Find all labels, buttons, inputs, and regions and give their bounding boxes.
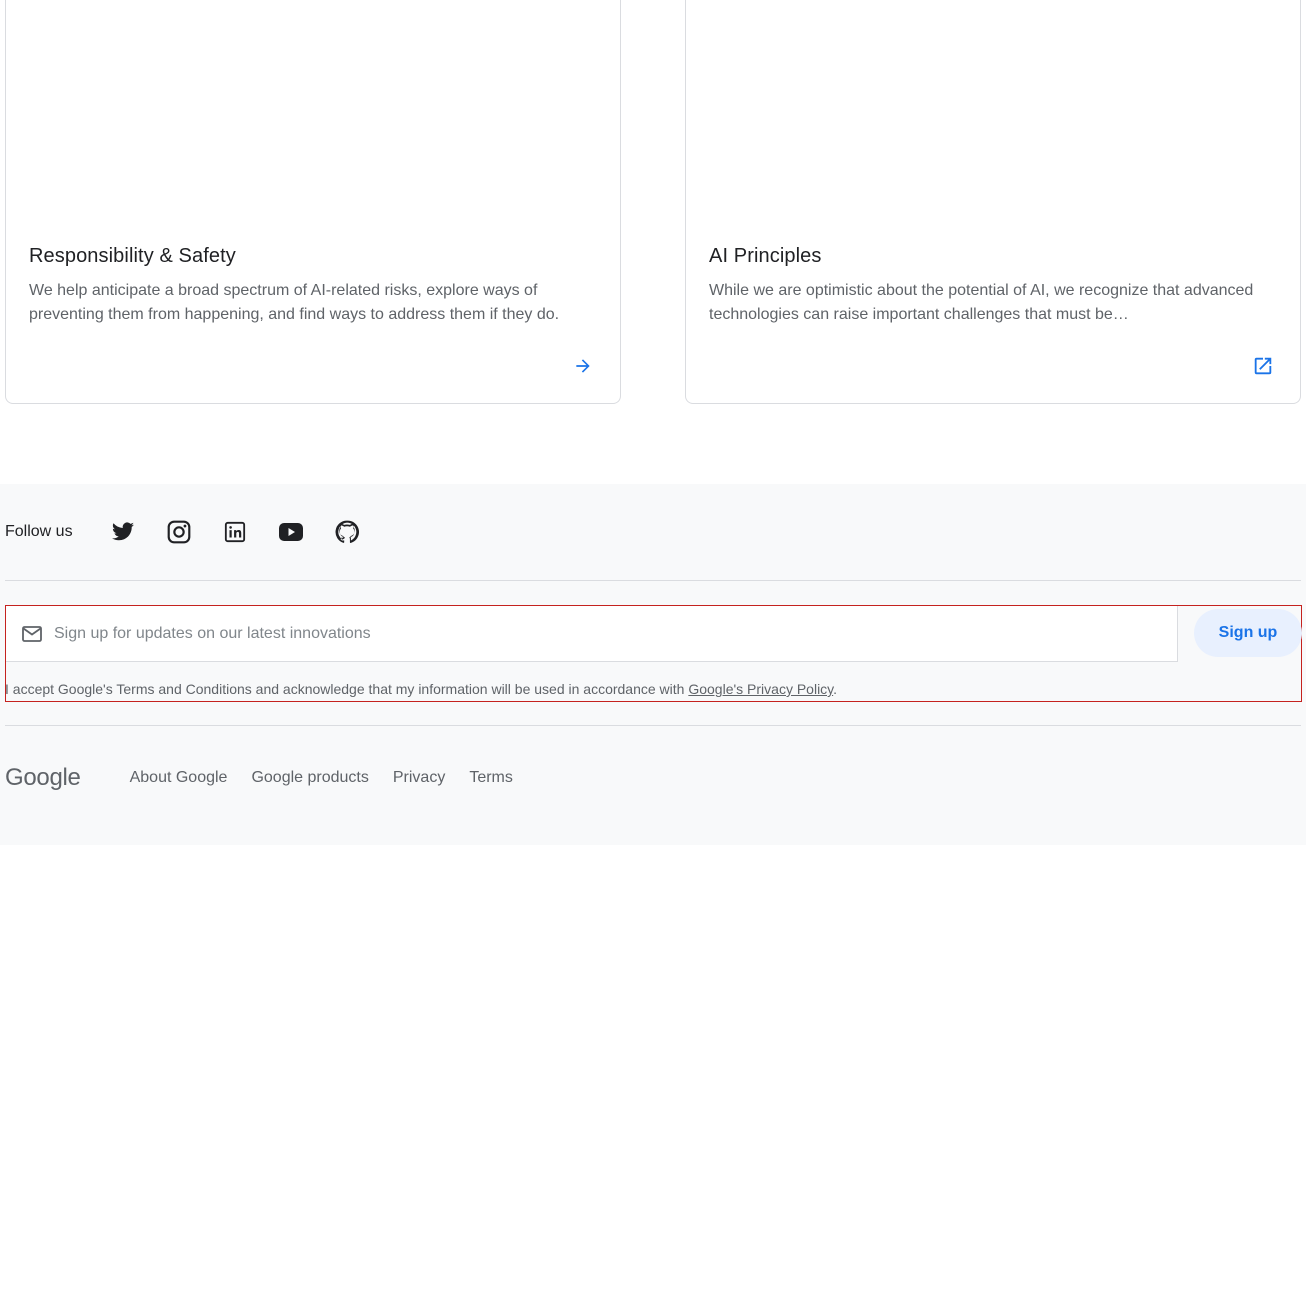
- footer-divider: [5, 725, 1301, 726]
- footer-link-privacy[interactable]: Privacy: [393, 769, 445, 787]
- github-icon[interactable]: [319, 518, 375, 546]
- newsletter-signup-form: Sign up I accept Google's Terms and Cond…: [5, 605, 1302, 702]
- footer-divider: [5, 580, 1301, 581]
- footer-bottom-row: Google About Google Google products Priv…: [5, 763, 537, 793]
- card-responsibility-safety[interactable]: Responsibility & Safety We help anticipa…: [5, 0, 621, 404]
- card-title: AI Principles: [709, 245, 822, 267]
- card-description: While we are optimistic about the potent…: [709, 282, 1254, 323]
- mail-icon: [22, 623, 44, 645]
- sign-up-button[interactable]: Sign up: [1194, 609, 1302, 657]
- email-field[interactable]: [6, 606, 1178, 662]
- youtube-icon[interactable]: [263, 518, 319, 546]
- footer: Follow us Sign up for updates on our lat…: [0, 484, 1306, 845]
- arrow-right-icon[interactable]: [571, 354, 595, 378]
- footer-link-about-google[interactable]: About Google: [130, 769, 228, 787]
- page: Responsibility & Safety We help anticipa…: [0, 0, 1306, 1306]
- follow-us-label: Follow us: [5, 523, 73, 540]
- follow-us-row: Follow us: [5, 518, 375, 546]
- privacy-policy-link[interactable]: Google's Privacy Policy: [688, 681, 833, 697]
- google-logo[interactable]: Google: [5, 764, 81, 792]
- card-title: Responsibility & Safety: [29, 245, 236, 267]
- footer-link-google-products[interactable]: Google products: [251, 769, 368, 787]
- email-input[interactable]: [54, 624, 1134, 643]
- external-link-icon[interactable]: [1251, 354, 1275, 378]
- card-ai-principles[interactable]: AI Principles While we are optimistic ab…: [685, 0, 1301, 404]
- consent-label: I accept Google's Terms and Conditions a…: [5, 681, 689, 697]
- consent-end: .: [833, 681, 838, 697]
- card-description: We help anticipate a broad spectrum of A…: [29, 282, 560, 323]
- footer-link-terms[interactable]: Terms: [469, 769, 513, 787]
- twitter-icon[interactable]: [95, 518, 151, 546]
- instagram-icon[interactable]: [151, 518, 207, 546]
- consent-text: I accept Google's Terms and Conditions a…: [5, 681, 837, 697]
- linkedin-icon[interactable]: [207, 518, 263, 546]
